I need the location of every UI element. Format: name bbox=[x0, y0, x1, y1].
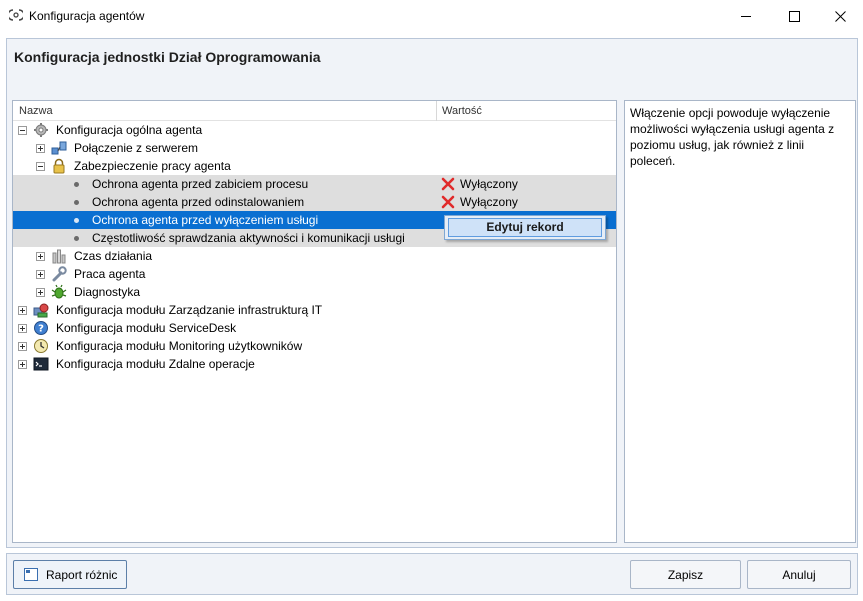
network-icon bbox=[51, 141, 67, 155]
wrench-icon bbox=[52, 266, 67, 282]
gear-icon bbox=[34, 123, 48, 137]
tree-row-label: Praca agenta bbox=[74, 267, 146, 281]
maximize-button[interactable] bbox=[771, 0, 817, 32]
expand-toggle[interactable] bbox=[36, 288, 45, 297]
expand-toggle[interactable] bbox=[18, 306, 27, 315]
tree-row-user-monitoring[interactable]: Konfiguracja modułu Monitoring użytkowni… bbox=[13, 337, 616, 355]
edit-record-menu-item[interactable]: Edytuj rekord bbox=[448, 218, 602, 237]
bug-icon bbox=[51, 284, 67, 299]
tree-row-label: Częstotliwość sprawdzania aktywności i k… bbox=[92, 231, 405, 245]
report-diff-button[interactable]: Raport różnic bbox=[13, 560, 127, 589]
tree-row-it-infrastructure[interactable]: Konfiguracja modułu Zarządzanie infrastr… bbox=[13, 301, 616, 319]
infrastructure-icon bbox=[33, 303, 49, 318]
tree-row-general-config[interactable]: Konfiguracja ogólna agenta bbox=[13, 121, 616, 139]
hourglass-icon bbox=[52, 249, 66, 264]
bullet-icon bbox=[74, 218, 79, 223]
tree-row-agent-security[interactable]: Zabezpieczenie pracy agenta bbox=[13, 157, 616, 175]
main-panel: Konfiguracja jednostki Dział Oprogramowa… bbox=[6, 38, 858, 548]
tree-row-label: Konfiguracja modułu ServiceDesk bbox=[56, 321, 237, 335]
context-menu: Edytuj rekord bbox=[444, 215, 606, 240]
red-x-icon bbox=[441, 195, 455, 209]
collapse-toggle[interactable] bbox=[18, 126, 27, 135]
row-value-text: Wyłączony bbox=[460, 177, 518, 191]
description-panel: Włączenie opcji powoduje wyłączenie możl… bbox=[624, 100, 856, 543]
clock-icon bbox=[34, 339, 48, 353]
minimize-icon bbox=[740, 15, 751, 17]
row-value: Wyłączony bbox=[441, 175, 518, 193]
tree-row-label: Czas działania bbox=[74, 249, 153, 263]
tree-row-label: Konfiguracja modułu Zarządzanie infrastr… bbox=[56, 303, 323, 317]
maximize-icon bbox=[788, 10, 800, 22]
tree-row-label: Zabezpieczenie pracy agenta bbox=[74, 159, 231, 173]
lock-icon bbox=[53, 158, 65, 174]
close-icon bbox=[834, 10, 846, 22]
row-value-text: Wyłączony bbox=[460, 195, 518, 209]
bullet-icon bbox=[74, 236, 79, 241]
window-title: Konfiguracja agentów bbox=[29, 9, 145, 23]
expand-toggle[interactable] bbox=[18, 342, 27, 351]
collapse-toggle[interactable] bbox=[36, 162, 45, 171]
tree-row-label: Konfiguracja modułu Monitoring użytkowni… bbox=[56, 339, 303, 353]
page-title: Konfiguracja jednostki Dział Oprogramowa… bbox=[14, 49, 321, 65]
expand-toggle[interactable] bbox=[18, 360, 27, 369]
tree-row-label: Konfiguracja ogólna agenta bbox=[56, 123, 203, 137]
tree-row-label: Konfiguracja modułu Zdalne operacje bbox=[56, 357, 255, 371]
title-bar: Konfiguracja agentów bbox=[0, 0, 863, 32]
red-x-icon bbox=[441, 177, 455, 191]
app-icon bbox=[9, 9, 23, 21]
column-header-name[interactable]: Nazwa bbox=[19, 105, 53, 117]
tree-row-kill-protection[interactable]: Ochrona agenta przed zabiciem procesu Wy… bbox=[13, 175, 616, 193]
close-button[interactable] bbox=[817, 0, 863, 32]
expand-toggle[interactable] bbox=[36, 252, 45, 261]
tree-row-label: Diagnostyka bbox=[74, 285, 141, 299]
bullet-icon bbox=[74, 182, 79, 187]
report-diff-label: Raport różnic bbox=[46, 567, 118, 582]
tree-row-uptime[interactable]: Czas działania bbox=[13, 247, 616, 265]
expand-toggle[interactable] bbox=[18, 324, 27, 333]
expand-toggle[interactable] bbox=[36, 144, 45, 153]
terminal-icon bbox=[33, 357, 49, 371]
tree-row-label: Ochrona agenta przed zabiciem procesu bbox=[92, 177, 309, 191]
servicedesk-icon: ? bbox=[34, 321, 48, 335]
cancel-button[interactable]: Anuluj bbox=[747, 560, 851, 589]
tree-row-server-connection[interactable]: Połączenie z serwerem bbox=[13, 139, 616, 157]
tree-header: Nazwa Wartość bbox=[13, 101, 616, 121]
svg-text:?: ? bbox=[38, 324, 44, 335]
footer-bar: Raport różnic Zapisz Anuluj bbox=[6, 553, 858, 595]
tree-row-diagnostics[interactable]: Diagnostyka bbox=[13, 283, 616, 301]
column-separator[interactable] bbox=[436, 101, 437, 121]
tree-row-agent-work[interactable]: Praca agenta bbox=[13, 265, 616, 283]
tree-row-label: Ochrona agenta przed odinstalowaniem bbox=[92, 195, 305, 209]
tree-row-remote-operations[interactable]: Konfiguracja modułu Zdalne operacje bbox=[13, 355, 616, 373]
minimize-button[interactable] bbox=[723, 0, 769, 32]
save-button[interactable]: Zapisz bbox=[630, 560, 741, 589]
expand-toggle[interactable] bbox=[36, 270, 45, 279]
tree-row-servicedesk[interactable]: ? Konfiguracja modułu ServiceDesk bbox=[13, 319, 616, 337]
tree-row-label: Ochrona agenta przed wyłączeniem usługi bbox=[92, 213, 319, 227]
tree-row-uninstall-protection[interactable]: Ochrona agenta przed odinstalowaniem Wył… bbox=[13, 193, 616, 211]
tree-row-label: Połączenie z serwerem bbox=[74, 141, 199, 155]
config-tree[interactable]: Nazwa Wartość Konfiguracja ogólna agenta… bbox=[12, 100, 617, 543]
bullet-icon bbox=[74, 200, 79, 205]
column-header-value[interactable]: Wartość bbox=[442, 105, 482, 117]
report-icon bbox=[24, 568, 38, 581]
row-value: Wyłączony bbox=[441, 193, 518, 211]
